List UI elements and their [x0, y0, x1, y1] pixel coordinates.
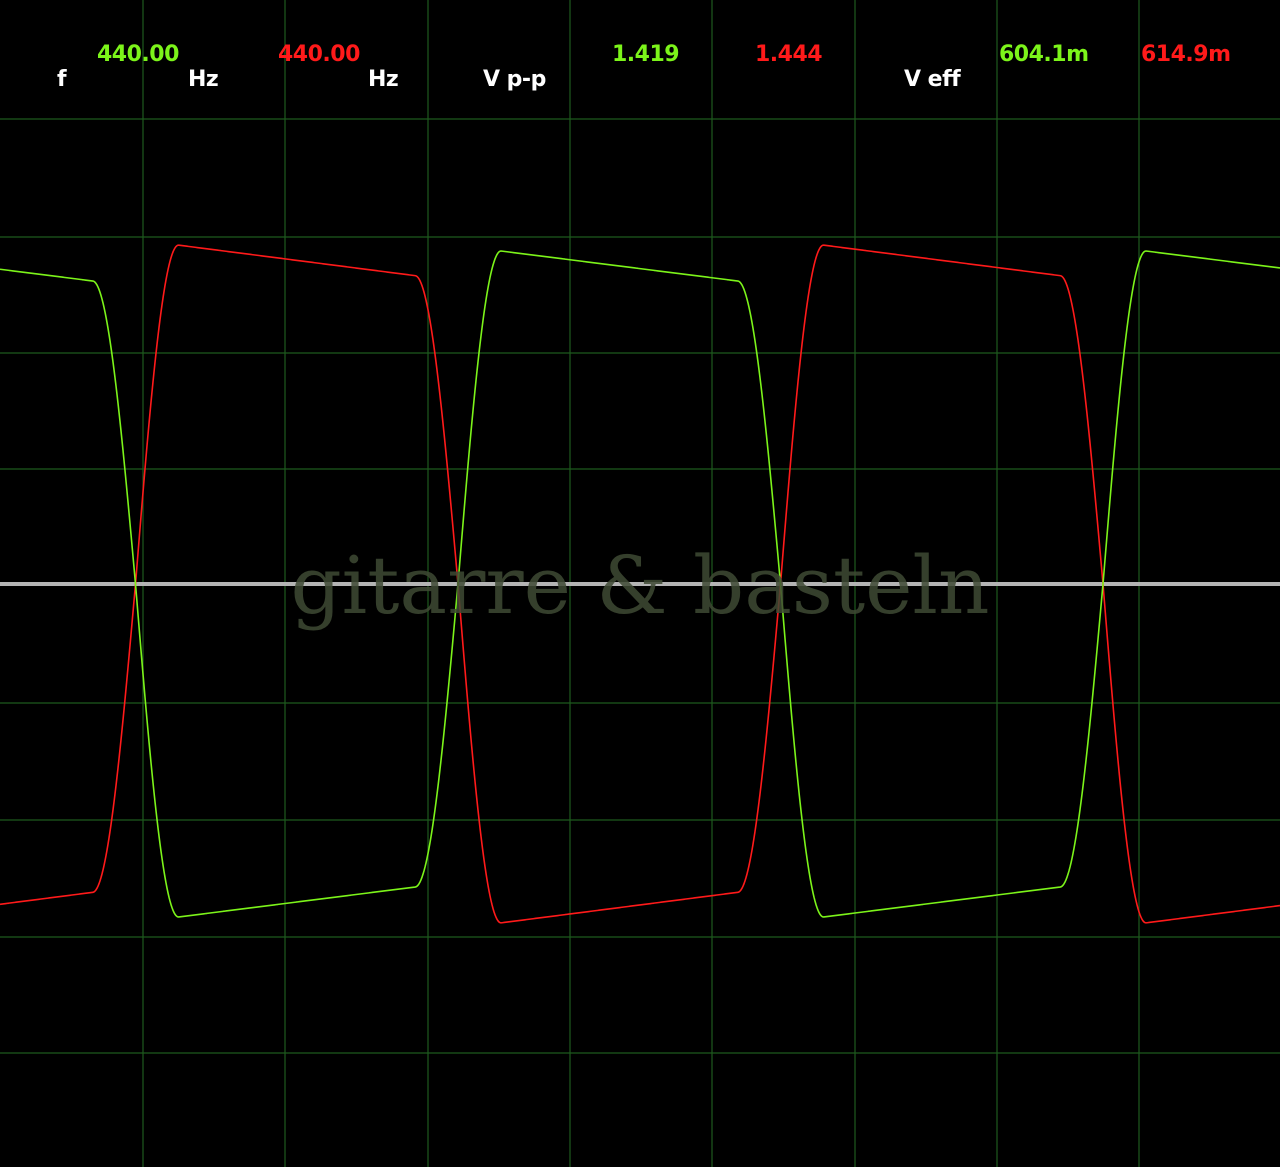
frequency-unit-ch1: Hz	[188, 67, 219, 92]
veff-label: V eff	[904, 67, 961, 92]
oscilloscope-screen	[0, 0, 1280, 1167]
frequency-ch2-value: 440.00	[278, 42, 360, 67]
veff-ch1-value: 604.1m	[999, 42, 1089, 67]
frequency-unit-ch2: Hz	[368, 67, 399, 92]
vpp-ch2-value: 1.444	[755, 42, 823, 67]
frequency-ch1-value: 440.00	[97, 42, 179, 67]
frequency-label: f	[57, 67, 67, 92]
veff-ch2-value: 614.9m	[1141, 42, 1231, 67]
vpp-ch1-value: 1.419	[612, 42, 680, 67]
vpp-label: V p-p	[483, 67, 546, 92]
